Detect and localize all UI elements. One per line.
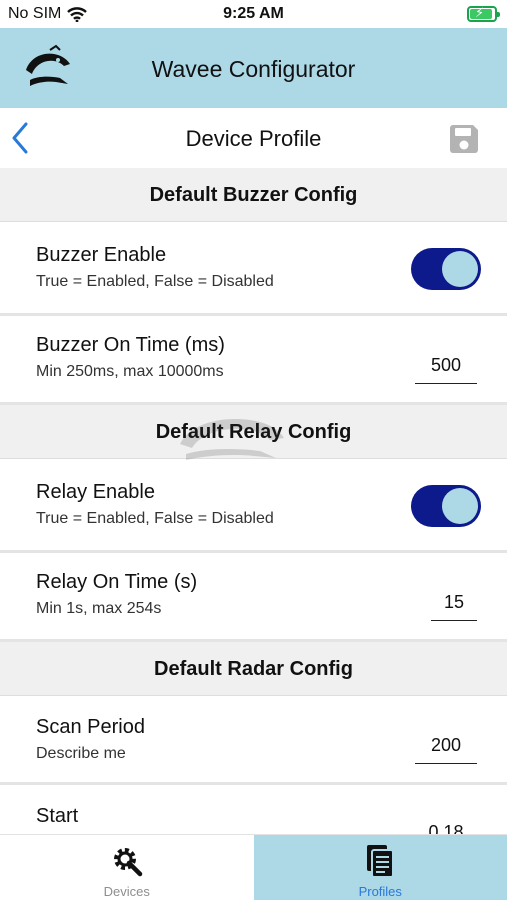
save-button[interactable] [447,122,481,156]
toggle-knob [442,488,478,524]
page-title: Device Profile [185,126,322,151]
relay-on-time-subtitle: Min 1s, max 254s [36,600,162,617]
section-header-radar: Default Radar Config [0,642,507,696]
relay-enable-toggle[interactable] [411,485,481,527]
tab-devices-label: Devices [103,884,150,899]
relay-on-time-input[interactable] [431,585,477,621]
charging-bolt-icon: ⚡ [475,5,485,20]
section-header-buzzer: Default Buzzer Config [0,168,507,222]
relay-on-time-title: Relay On Time (s) [36,571,198,593]
status-bar: No SIM 9:25 AM ⚡ [0,0,507,28]
settings-list[interactable]: Default Buzzer Config Buzzer Enable True… [0,168,507,834]
relay-enable-subtitle: True = Enabled, False = Disabled [36,510,274,527]
scan-period-title: Scan Period [36,716,145,738]
buzzer-enable-toggle[interactable] [411,248,481,290]
tab-bar: Devices Profiles [0,834,507,900]
buzzer-enable-row: Buzzer Enable True = Enabled, False = Di… [0,222,507,316]
scan-period-subtitle: Describe me [36,745,126,762]
scan-period-input[interactable] [415,728,477,764]
status-time: 9:25 AM [223,5,284,22]
nav-bar: Device Profile [0,108,507,168]
app-title: Wavee Configurator [151,56,356,82]
relay-on-time-row: Relay On Time (s) Min 1s, max 254s [0,553,507,642]
start-row: Start [0,785,507,834]
app-header: Wavee Configurator [0,28,507,108]
buzzer-on-time-input[interactable] [415,348,477,384]
tab-profiles-label: Profiles [358,884,402,899]
tab-profiles[interactable]: Profiles [253,835,507,900]
buzzer-on-time-title: Buzzer On Time (ms) [36,334,225,356]
buzzer-enable-subtitle: True = Enabled, False = Disabled [36,273,274,290]
documents-icon [367,845,395,878]
start-input[interactable] [415,815,477,834]
battery-icon: ⚡ [467,5,500,22]
section-header-relay: Default Relay Config [0,405,507,459]
save-icon [450,125,478,153]
relay-enable-title: Relay Enable [36,481,155,503]
tab-devices[interactable]: Devices [0,835,254,900]
start-title: Start [36,805,79,827]
scan-period-row: Scan Period Describe me [0,696,507,785]
gear-wrench-icon [113,848,142,877]
buzzer-on-time-subtitle: Min 250ms, max 10000ms [36,363,224,380]
buzzer-on-time-row: Buzzer On Time (ms) Min 250ms, max 10000… [0,316,507,405]
buzzer-enable-title: Buzzer Enable [36,244,167,266]
relay-enable-row: Relay Enable True = Enabled, False = Dis… [0,459,507,553]
toggle-knob [442,251,478,287]
